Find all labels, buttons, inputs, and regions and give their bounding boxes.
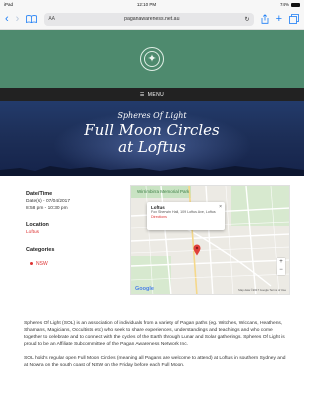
event-section: Date/Time Date(s) - 07/04/2017 8:58 pm -… xyxy=(0,181,304,311)
categories-heading: Categories xyxy=(26,246,55,253)
location-link[interactable]: Loftus xyxy=(26,230,126,237)
event-time: 8:58 pm - 10:30 pm xyxy=(26,205,68,211)
event-info: Date/Time Date(s) - 07/04/2017 8:58 pm -… xyxy=(26,191,126,277)
battery-icon xyxy=(290,2,300,7)
status-bar: iPad 12:10 PM 74% xyxy=(0,0,304,9)
location-heading: Location xyxy=(26,222,49,228)
address-bar[interactable]: AA paganawareness.net.au ↻ xyxy=(44,12,254,26)
description-paragraph-2: SOL hold's regular open Full Moon Circle… xyxy=(24,356,286,368)
zoom-control: + − xyxy=(277,258,285,275)
hero-title-line2: at Loftus xyxy=(118,138,186,156)
browser-toolbar: ‹ › AA paganawareness.net.au ↻ + xyxy=(0,9,304,30)
forward-icon[interactable]: › xyxy=(16,13,20,25)
carrier-label: iPad xyxy=(4,2,14,7)
pentagram-icon: ✦ xyxy=(147,53,157,65)
location-block: Location Loftus xyxy=(26,222,126,237)
hero-subtitle: Spheres Of Light xyxy=(117,111,187,120)
google-logo: Google xyxy=(135,286,154,292)
clock: 12:10 PM xyxy=(136,2,157,7)
popup-directions-link[interactable]: Directions xyxy=(151,215,221,219)
close-icon[interactable]: × xyxy=(219,204,222,210)
hero-title: Full Moon Circles xyxy=(84,121,220,139)
menu-label: MENU xyxy=(147,91,165,98)
location-map[interactable]: Wirrimbirra Memorial Park Loftus Fox She… xyxy=(130,185,290,295)
description-paragraph-1: Spheres Of Light (SOL) is an association… xyxy=(24,321,285,347)
map-attribution[interactable]: Map data ©2017 Google Terms of Use xyxy=(238,288,286,292)
zoom-in-button[interactable]: + xyxy=(277,258,285,266)
datetime-heading: Date/Time xyxy=(26,191,53,197)
map-info-window: Loftus Fox Sherwin Hall, 109 Loftus Ave,… xyxy=(147,202,225,230)
bookmarks-icon[interactable] xyxy=(26,15,38,23)
category-link[interactable]: NSW xyxy=(36,261,48,267)
share-icon[interactable] xyxy=(261,14,269,24)
battery-percent: 74% xyxy=(279,2,289,7)
hero-banner: Spheres Of Light Full Moon Circles at Lo… xyxy=(0,101,304,176)
bullet-icon xyxy=(30,262,33,265)
park-label: Wirrimbirra Memorial Park xyxy=(137,189,190,194)
hamburger-icon: ☰ xyxy=(139,91,145,98)
text-size-button[interactable]: AA xyxy=(48,16,55,22)
zoom-out-button[interactable]: − xyxy=(277,266,285,274)
menu-toggle[interactable]: ☰ MENU xyxy=(0,88,304,101)
reload-icon[interactable]: ↻ xyxy=(245,16,250,23)
site-header: ✦ xyxy=(0,30,304,88)
event-description: Spheres Of Light (SOL) is an association… xyxy=(24,320,286,376)
skyline-silhouette xyxy=(0,166,304,176)
battery-status: 74% xyxy=(280,2,300,7)
site-logo[interactable]: ✦ xyxy=(134,47,170,71)
tabs-icon[interactable] xyxy=(289,14,299,24)
back-icon[interactable]: ‹ xyxy=(5,13,9,25)
category-item[interactable]: NSW xyxy=(30,261,126,267)
categories-block: Categories NSW xyxy=(26,247,126,267)
new-tab-icon[interactable]: + xyxy=(276,13,282,25)
map-pin-icon[interactable] xyxy=(193,244,201,256)
datetime-block: Date/Time Date(s) - 07/04/2017 8:58 pm -… xyxy=(26,191,126,212)
popup-address: Fox Sherwin Hall, 109 Loftus Ave, Loftus xyxy=(151,210,216,214)
url-text[interactable]: paganawareness.net.au xyxy=(59,16,245,22)
